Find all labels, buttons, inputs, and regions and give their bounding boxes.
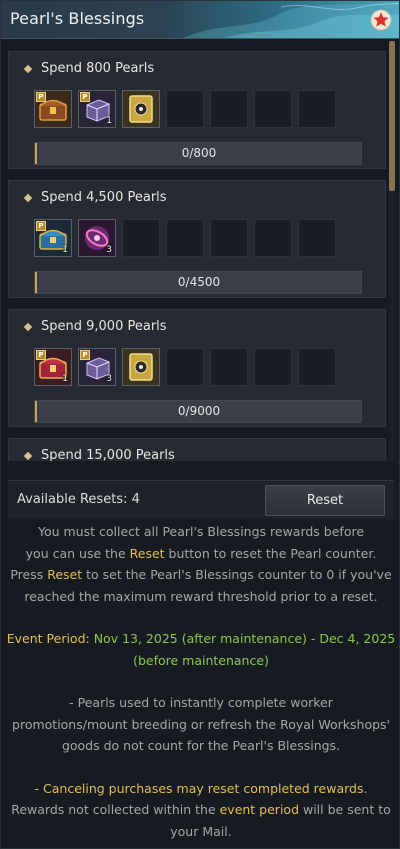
reward-slots: P 1 3: [34, 219, 354, 259]
reward-slot[interactable]: [122, 90, 160, 128]
empty-slot: [298, 348, 336, 386]
progress-text: 0/4500: [177, 275, 221, 289]
reset-button[interactable]: Reset: [265, 485, 385, 516]
available-resets: Available Resets: 4: [17, 492, 140, 507]
note-line: Press Reset to set the Pearl's Blessings…: [10, 567, 392, 582]
note-line: your Mail.: [170, 823, 232, 839]
pearl-badge-icon: P: [80, 92, 90, 102]
tier-header: Spend 4,500 Pearls: [9, 181, 387, 215]
pearl-badge-icon: P: [36, 350, 46, 360]
event-period-cont: (before maintenance): [133, 652, 269, 668]
empty-slot: [166, 90, 204, 128]
tier-card: Spend 800 Pearls P P 1 0/800: [8, 51, 386, 169]
pearl-badge-icon: P: [36, 221, 46, 231]
tier-card: Spend 9,000 Pearls P 1 P 3 0/9000: [8, 309, 386, 427]
reward-quantity: 1: [62, 374, 68, 384]
tier-card: Spend 15,000 Pearls: [8, 438, 386, 461]
reward-quantity: 1: [106, 116, 112, 126]
diamond-bullet-icon: [23, 64, 33, 74]
empty-slot: [210, 348, 248, 386]
tier-label: Spend 800 Pearls: [41, 61, 155, 76]
tier-header: Spend 15,000 Pearls: [9, 439, 387, 461]
pearl-badge-icon: P: [36, 92, 46, 102]
scrollbar-thumb[interactable]: [389, 41, 395, 191]
reward-slot[interactable]: P 1: [34, 219, 72, 257]
note-line: you can use the Reset button to reset th…: [25, 545, 377, 561]
tier-card: Spend 4,500 Pearls P 1 3 0/4500: [8, 180, 386, 298]
empty-slot: [254, 348, 292, 386]
reward-slot[interactable]: P 1: [78, 90, 116, 128]
pearls-blessings-window: Pearl's Blessings Spend 800 Pearls P P 1…: [0, 0, 400, 849]
reward-tier-list[interactable]: Spend 800 Pearls P P 1 0/800 Spend 4,500…: [8, 47, 388, 461]
reward-slots: P P 1: [34, 90, 354, 130]
note-line: You must collect all Pearl's Blessings r…: [37, 524, 365, 539]
progress-bar: 0/800: [34, 142, 362, 165]
note-line: Rewards not collected within the event p…: [11, 802, 391, 817]
empty-slot: [298, 90, 336, 128]
tier-header: Spend 9,000 Pearls: [9, 310, 387, 344]
reward-quantity: 3: [106, 374, 112, 384]
tier-label: Spend 9,000 Pearls: [41, 319, 167, 334]
empty-slot: [254, 90, 292, 128]
window-header[interactable]: Pearl's Blessings: [1, 1, 399, 39]
window-title: Pearl's Blessings: [10, 9, 145, 28]
empty-slot: [254, 219, 292, 257]
diamond-bullet-icon: [23, 451, 33, 461]
favorite-star-icon[interactable]: [370, 9, 392, 31]
progress-text: 0/9000: [177, 404, 221, 418]
empty-slot: [166, 348, 204, 386]
reset-row: Available Resets: 4 Reset: [8, 481, 394, 519]
empty-slot: [298, 219, 336, 257]
reward-slot[interactable]: [122, 348, 160, 386]
gold-coupon-icon: [123, 349, 159, 385]
notes-text: You must collect all Pearl's Blessings r…: [1, 521, 399, 842]
empty-slot: [122, 219, 160, 257]
note-line: - Pearls used to instantly complete work…: [69, 695, 333, 710]
reward-quantity: 3: [106, 245, 112, 255]
reward-slot[interactable]: P 3: [78, 348, 116, 386]
pearl-badge-icon: P: [80, 350, 90, 360]
reward-slot[interactable]: 3: [78, 219, 116, 257]
empty-slot: [210, 90, 248, 128]
reward-slot[interactable]: P 1: [34, 348, 72, 386]
empty-slot: [166, 219, 204, 257]
note-line: goods do not count for the Pearl's Bless…: [61, 738, 341, 753]
warning-line: - Canceling purchases may reset complete…: [34, 780, 368, 796]
reward-slots: P 1 P 3: [34, 348, 354, 388]
progress-bar: 0/4500: [34, 271, 362, 294]
diamond-bullet-icon: [23, 322, 33, 332]
empty-slot: [210, 219, 248, 257]
diamond-bullet-icon: [23, 193, 33, 203]
progress-text: 0/800: [181, 146, 217, 160]
note-line: promotions/mount breeding or refresh the…: [12, 716, 390, 732]
note-line: reached the maximum reward threshold pri…: [24, 588, 378, 604]
gold-coupon-icon: [123, 91, 159, 127]
progress-bar: 0/9000: [34, 400, 362, 423]
reward-quantity: 1: [62, 245, 68, 255]
tier-header: Spend 800 Pearls: [9, 52, 387, 86]
reward-slot[interactable]: P: [34, 90, 72, 128]
wave-decoration: [183, 1, 399, 38]
tier-label: Spend 15,000 Pearls: [41, 448, 175, 461]
event-period: Event Period: Nov 13, 2025 (after mainte…: [6, 631, 396, 646]
tier-label: Spend 4,500 Pearls: [41, 190, 167, 205]
